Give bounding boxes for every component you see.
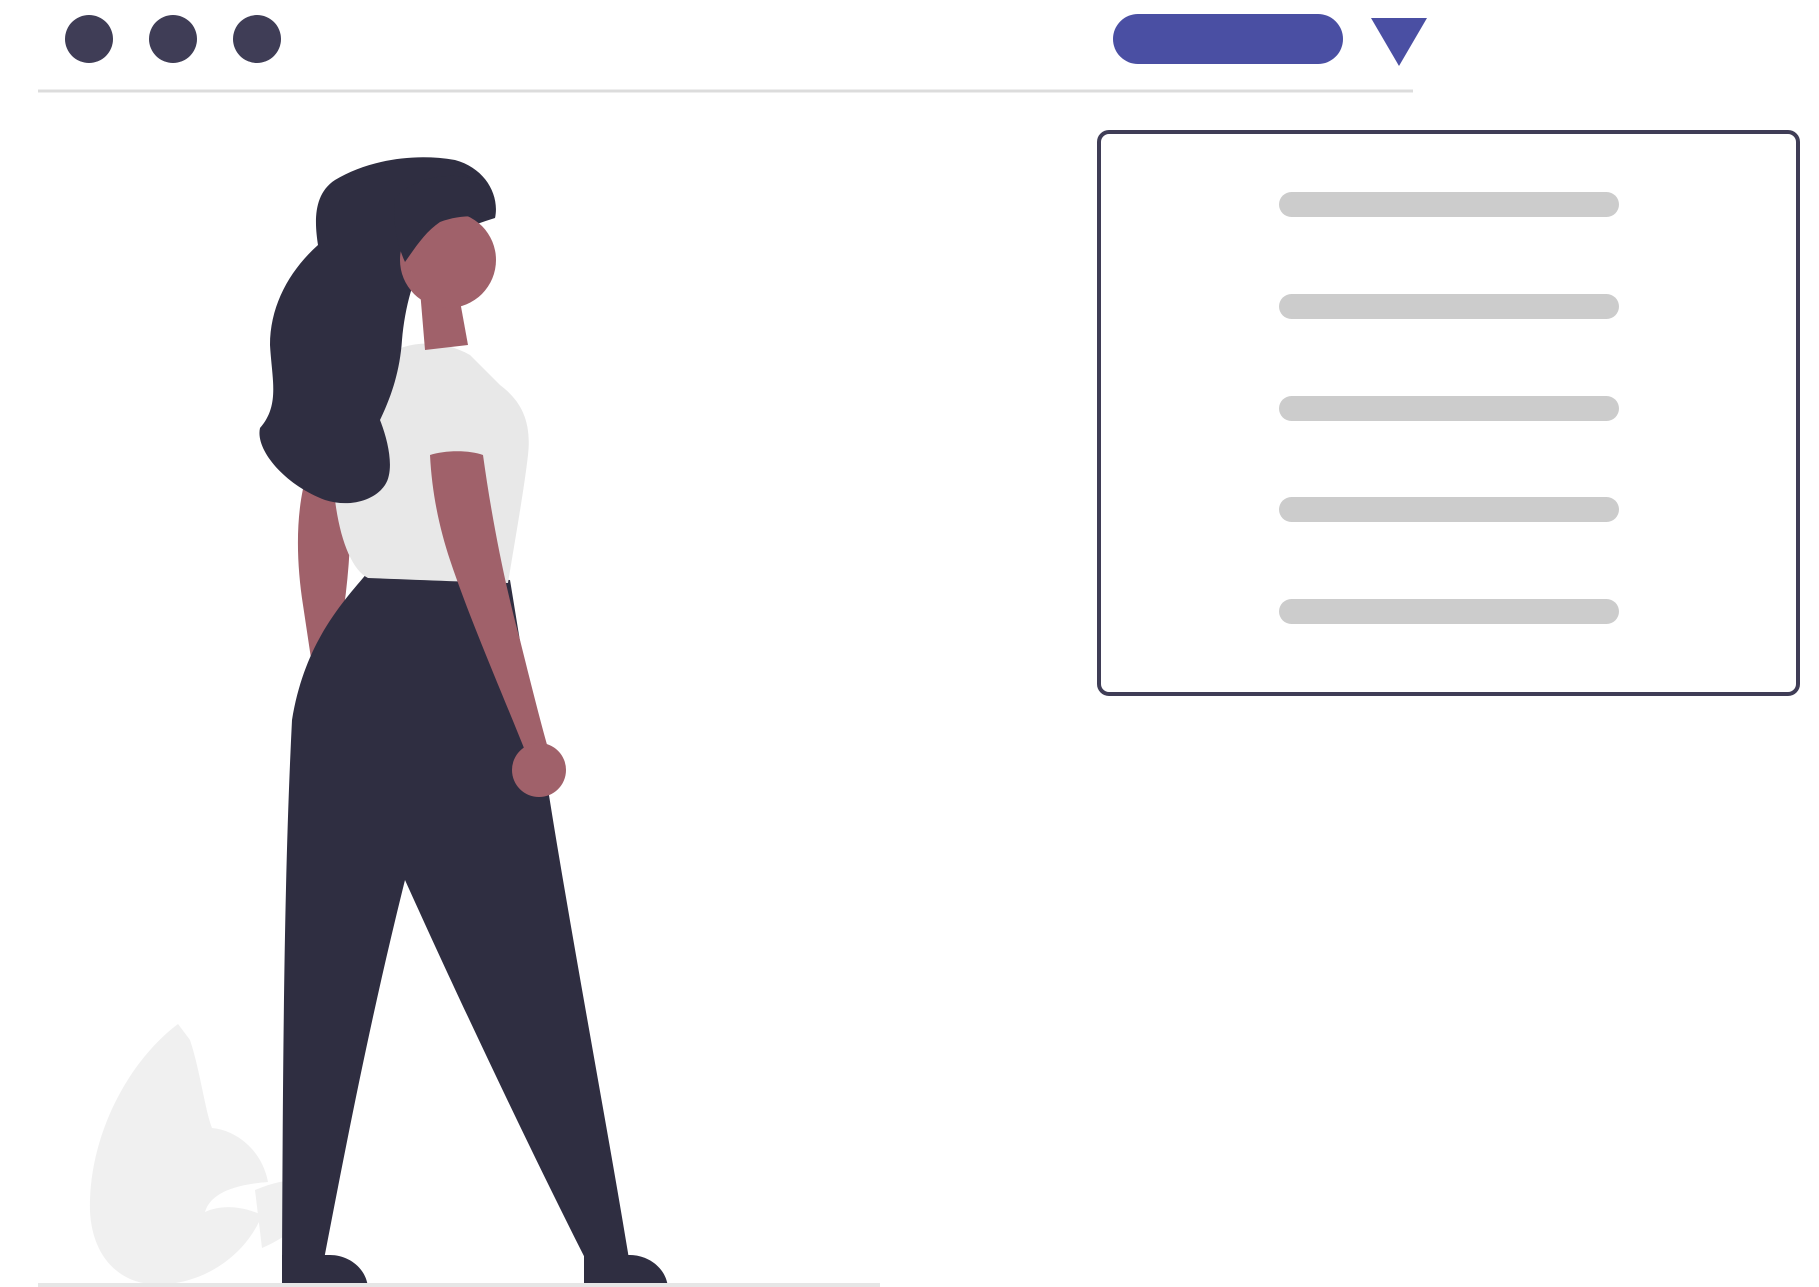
placeholder-line-4 <box>1279 497 1619 522</box>
placeholder-line-2 <box>1279 294 1619 319</box>
content-panel[interactable] <box>1097 130 1800 696</box>
placeholder-line-3 <box>1279 396 1619 421</box>
placeholder-line-5 <box>1279 599 1619 624</box>
back-shoe <box>282 1255 368 1287</box>
window-dot-3[interactable] <box>233 15 281 63</box>
illustration-canvas <box>38 14 1800 1287</box>
window-dot-1[interactable] <box>65 15 113 63</box>
window-dot-2[interactable] <box>149 15 197 63</box>
placeholder-line-1 <box>1279 192 1619 217</box>
triangle-down-icon[interactable] <box>1371 18 1427 66</box>
hand <box>512 743 566 797</box>
standing-woman-figure <box>259 157 668 1287</box>
window-controls <box>65 15 281 63</box>
front-shoe <box>584 1255 668 1287</box>
pants <box>282 572 630 1270</box>
header-pill-button[interactable] <box>1113 14 1343 64</box>
